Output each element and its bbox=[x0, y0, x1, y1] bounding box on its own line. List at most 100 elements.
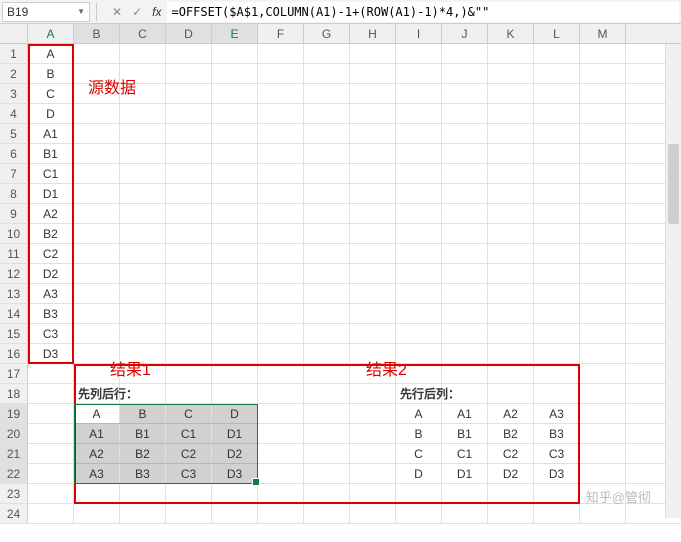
cell-D11[interactable] bbox=[166, 244, 212, 263]
row-header-12[interactable]: 12 bbox=[0, 264, 28, 283]
cell-M1[interactable] bbox=[580, 44, 626, 63]
cell-I15[interactable] bbox=[396, 324, 442, 343]
cell-M11[interactable] bbox=[580, 244, 626, 263]
cell-A24[interactable] bbox=[28, 504, 74, 523]
cell-L17[interactable] bbox=[534, 364, 580, 383]
cell-F24[interactable] bbox=[258, 504, 304, 523]
cell-K24[interactable] bbox=[488, 504, 534, 523]
cell-F3[interactable] bbox=[258, 84, 304, 103]
cell-I23[interactable] bbox=[396, 484, 442, 503]
cell-F22[interactable] bbox=[258, 464, 304, 483]
cell-L15[interactable] bbox=[534, 324, 580, 343]
cell-I11[interactable] bbox=[396, 244, 442, 263]
cell-J14[interactable] bbox=[442, 304, 488, 323]
cell-J6[interactable] bbox=[442, 144, 488, 163]
cell-H13[interactable] bbox=[350, 284, 396, 303]
row-header-17[interactable]: 17 bbox=[0, 364, 28, 383]
cell-I4[interactable] bbox=[396, 104, 442, 123]
cell-A5[interactable]: A1 bbox=[28, 124, 74, 143]
cell-B17[interactable] bbox=[74, 364, 120, 383]
cell-D10[interactable] bbox=[166, 224, 212, 243]
cell-C19[interactable]: B bbox=[120, 404, 166, 423]
cell-H17[interactable] bbox=[350, 364, 396, 383]
cell-J24[interactable] bbox=[442, 504, 488, 523]
cell-A10[interactable]: B2 bbox=[28, 224, 74, 243]
cell-G17[interactable] bbox=[304, 364, 350, 383]
cell-A14[interactable]: B3 bbox=[28, 304, 74, 323]
cell-E14[interactable] bbox=[212, 304, 258, 323]
cell-K1[interactable] bbox=[488, 44, 534, 63]
cell-A13[interactable]: A3 bbox=[28, 284, 74, 303]
cell-F19[interactable] bbox=[258, 404, 304, 423]
cell-B4[interactable] bbox=[74, 104, 120, 123]
row-header-7[interactable]: 7 bbox=[0, 164, 28, 183]
cell-L20[interactable]: B3 bbox=[534, 424, 580, 443]
cell-A2[interactable]: B bbox=[28, 64, 74, 83]
cell-B2[interactable] bbox=[74, 64, 120, 83]
cell-A17[interactable] bbox=[28, 364, 74, 383]
cell-B6[interactable] bbox=[74, 144, 120, 163]
cell-F1[interactable] bbox=[258, 44, 304, 63]
vertical-scrollbar[interactable] bbox=[665, 44, 681, 518]
cell-F8[interactable] bbox=[258, 184, 304, 203]
cell-A4[interactable]: D bbox=[28, 104, 74, 123]
cell-K12[interactable] bbox=[488, 264, 534, 283]
cell-F17[interactable] bbox=[258, 364, 304, 383]
cell-M6[interactable] bbox=[580, 144, 626, 163]
row-header-14[interactable]: 14 bbox=[0, 304, 28, 323]
cell-B13[interactable] bbox=[74, 284, 120, 303]
cell-B5[interactable] bbox=[74, 124, 120, 143]
cell-M12[interactable] bbox=[580, 264, 626, 283]
cell-L21[interactable]: C3 bbox=[534, 444, 580, 463]
col-header-A[interactable]: A bbox=[28, 24, 74, 43]
cell-A8[interactable]: D1 bbox=[28, 184, 74, 203]
cell-D8[interactable] bbox=[166, 184, 212, 203]
cell-C17[interactable] bbox=[120, 364, 166, 383]
cell-G5[interactable] bbox=[304, 124, 350, 143]
cell-B22[interactable]: A3 bbox=[74, 464, 120, 483]
cell-J15[interactable] bbox=[442, 324, 488, 343]
cell-E20[interactable]: D1 bbox=[212, 424, 258, 443]
cell-C20[interactable]: B1 bbox=[120, 424, 166, 443]
cell-C3[interactable] bbox=[120, 84, 166, 103]
cell-I9[interactable] bbox=[396, 204, 442, 223]
cell-F13[interactable] bbox=[258, 284, 304, 303]
cell-K3[interactable] bbox=[488, 84, 534, 103]
cell-G23[interactable] bbox=[304, 484, 350, 503]
cell-D22[interactable]: C3 bbox=[166, 464, 212, 483]
cell-C7[interactable] bbox=[120, 164, 166, 183]
cell-I14[interactable] bbox=[396, 304, 442, 323]
cell-G18[interactable] bbox=[304, 384, 350, 403]
cell-A20[interactable] bbox=[28, 424, 74, 443]
cell-G6[interactable] bbox=[304, 144, 350, 163]
cell-I8[interactable] bbox=[396, 184, 442, 203]
cell-K14[interactable] bbox=[488, 304, 534, 323]
cell-F9[interactable] bbox=[258, 204, 304, 223]
cell-G12[interactable] bbox=[304, 264, 350, 283]
cell-B10[interactable] bbox=[74, 224, 120, 243]
cell-E19[interactable]: D bbox=[212, 404, 258, 423]
row-header-23[interactable]: 23 bbox=[0, 484, 28, 503]
cell-G2[interactable] bbox=[304, 64, 350, 83]
cell-A22[interactable] bbox=[28, 464, 74, 483]
cell-J3[interactable] bbox=[442, 84, 488, 103]
cell-J4[interactable] bbox=[442, 104, 488, 123]
cell-I22[interactable]: D bbox=[396, 464, 442, 483]
cell-A19[interactable] bbox=[28, 404, 74, 423]
cell-E24[interactable] bbox=[212, 504, 258, 523]
cell-H11[interactable] bbox=[350, 244, 396, 263]
cell-D18[interactable] bbox=[166, 384, 212, 403]
cell-E5[interactable] bbox=[212, 124, 258, 143]
cell-B7[interactable] bbox=[74, 164, 120, 183]
row-header-1[interactable]: 1 bbox=[0, 44, 28, 63]
row-header-24[interactable]: 24 bbox=[0, 504, 28, 523]
cell-I6[interactable] bbox=[396, 144, 442, 163]
cell-I13[interactable] bbox=[396, 284, 442, 303]
cell-L12[interactable] bbox=[534, 264, 580, 283]
cell-K16[interactable] bbox=[488, 344, 534, 363]
cell-L24[interactable] bbox=[534, 504, 580, 523]
cell-H2[interactable] bbox=[350, 64, 396, 83]
cell-K20[interactable]: B2 bbox=[488, 424, 534, 443]
cell-I20[interactable]: B bbox=[396, 424, 442, 443]
cell-D24[interactable] bbox=[166, 504, 212, 523]
